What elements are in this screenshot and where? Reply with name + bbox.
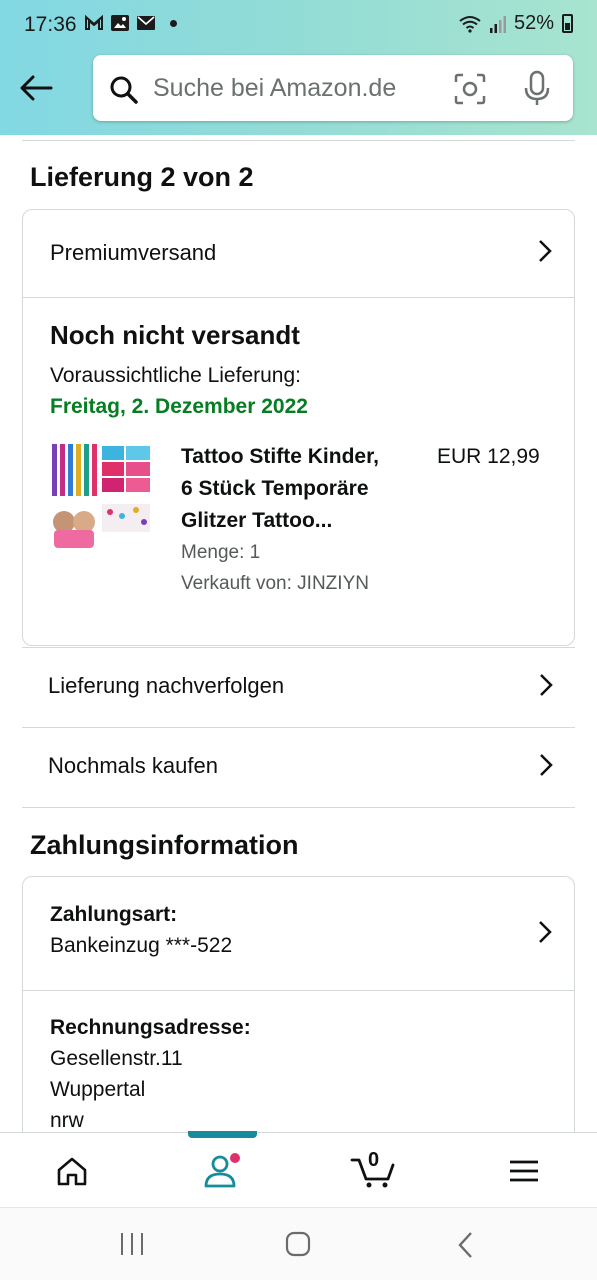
microphone-icon[interactable] — [523, 70, 551, 108]
search-icon — [110, 76, 138, 104]
product-quantity: Menge: 1 — [181, 542, 261, 563]
divider — [22, 140, 575, 141]
wifi-icon — [459, 15, 481, 33]
product-price: EUR 12,99 — [437, 445, 540, 468]
payment-method-row[interactable]: Zahlungsart: Bankeinzug ***-522 — [23, 877, 574, 990]
payment-method-value: Bankeinzug ***-522 — [50, 934, 233, 957]
gallery-icon — [111, 15, 129, 31]
battery-percent: 52% — [513, 12, 554, 34]
recent-apps-icon[interactable] — [118, 1232, 146, 1256]
search-input[interactable]: Suche bei Amazon.de — [153, 74, 396, 103]
divider — [22, 807, 575, 808]
product-title-line2[interactable]: 6 Stück Temporäre — [181, 477, 369, 501]
expected-delivery-label: Voraussichtliche Lieferung: — [50, 364, 301, 387]
chevron-right-icon — [540, 754, 553, 776]
more-notifications-dot — [170, 19, 177, 27]
active-tab-indicator — [188, 1131, 257, 1138]
system-navigation-bar — [0, 1207, 597, 1280]
back-button[interactable] — [14, 66, 58, 110]
chevron-right-icon — [539, 240, 552, 262]
divider — [23, 297, 574, 298]
buy-again-row[interactable]: Nochmals kaufen — [22, 728, 575, 807]
delivery-title: Lieferung 2 von 2 — [30, 162, 254, 192]
signal-icon — [489, 15, 506, 33]
chevron-right-icon — [539, 921, 552, 943]
buy-again-label: Nochmals kaufen — [48, 753, 218, 778]
billing-address-label: Rechnungsadresse: — [50, 1016, 251, 1039]
divider — [23, 990, 574, 991]
account-icon — [204, 1153, 240, 1188]
message-icon — [137, 16, 155, 30]
track-delivery-row[interactable]: Lieferung nachverfolgen — [22, 648, 575, 727]
billing-address-line2: Wuppertal — [50, 1078, 146, 1101]
chevron-right-icon — [540, 674, 553, 696]
home-icon — [57, 1157, 87, 1186]
shipping-method-row[interactable]: Premiumversand — [23, 210, 574, 297]
track-delivery-label: Lieferung nachverfolgen — [48, 673, 285, 698]
bottom-navigation — [0, 1131, 597, 1206]
product-title-line3[interactable]: Glitzer Tattoo... — [181, 509, 332, 533]
search-bar[interactable]: Suche bei Amazon.de — [93, 55, 573, 121]
gmail-icon — [85, 14, 103, 30]
nav-home[interactable] — [50, 1149, 94, 1193]
payment-title: Zahlungsinformation — [30, 830, 299, 860]
camera-search-icon[interactable] — [453, 72, 487, 106]
product-image[interactable] — [50, 442, 154, 550]
cart-count-badge: 0 — [368, 1149, 380, 1171]
payment-method-label: Zahlungsart: — [50, 903, 178, 926]
billing-address-line1: Gesellenstr.11 — [50, 1047, 183, 1070]
shipment-status: Noch nicht versandt — [50, 320, 300, 350]
home-button-icon[interactable] — [285, 1231, 313, 1257]
battery-icon — [562, 14, 573, 33]
nav-menu[interactable] — [502, 1149, 546, 1193]
payment-card: Zahlungsart: Bankeinzug ***-522 Rechnung… — [22, 876, 575, 1156]
shipping-method-label: Premiumversand — [50, 240, 217, 265]
status-bar: 17:36 52% — [0, 0, 597, 52]
product-seller: Verkauft von: JINZIYN — [181, 573, 369, 594]
arrow-left-icon — [20, 75, 53, 101]
system-status: 52% — [458, 12, 573, 35]
product-title-line1[interactable]: Tattoo Stifte Kinder, — [181, 445, 379, 469]
menu-icon — [510, 1160, 538, 1182]
status-time: 17:36 — [24, 13, 77, 36]
nav-account[interactable] — [200, 1149, 244, 1193]
back-nav-icon[interactable] — [456, 1231, 476, 1259]
billing-address-line3: nrw — [50, 1109, 84, 1132]
notification-icons — [84, 14, 177, 32]
expected-delivery-date: Freitag, 2. Dezember 2022 — [50, 395, 308, 418]
app-header: 17:36 52% Suche bei Amazon.de — [0, 0, 597, 135]
